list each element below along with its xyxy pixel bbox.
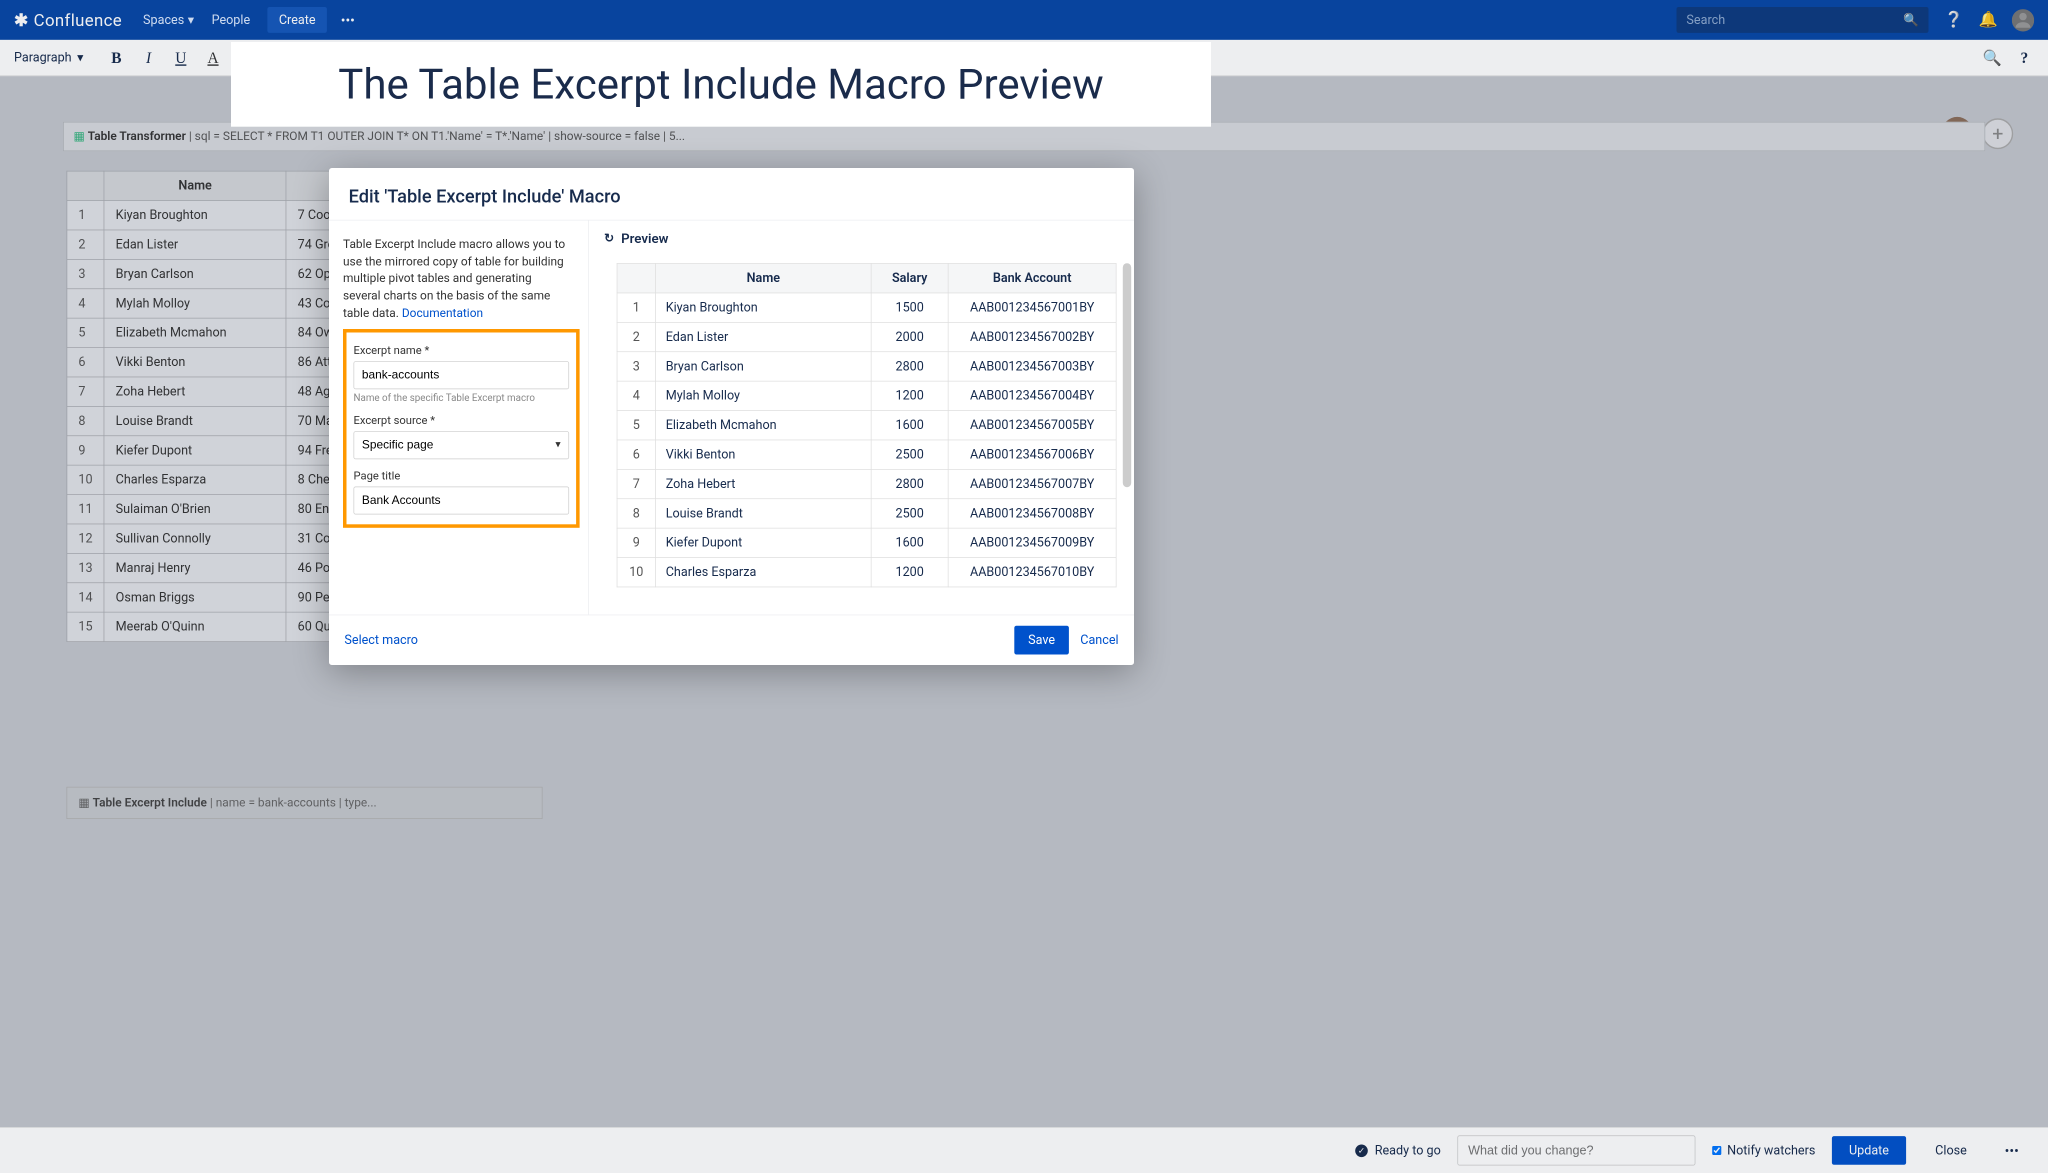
table-row: 4Mylah Molloy1200AAB001234567004BY	[617, 381, 1116, 410]
page-title-input[interactable]	[354, 487, 570, 515]
preview-scrollbar[interactable]	[1123, 263, 1131, 487]
edit-macro-modal: Edit 'Table Excerpt Include' Macro Table…	[329, 168, 1134, 665]
modal-title: Edit 'Table Excerpt Include' Macro	[329, 168, 1134, 221]
documentation-link[interactable]: Documentation	[402, 306, 483, 320]
table-header: Bank Account	[948, 264, 1116, 293]
slide-title-banner: The Table Excerpt Include Macro Preview	[231, 42, 1211, 127]
page-title-label: Page title	[354, 469, 570, 482]
table-header: Name	[656, 264, 872, 293]
macro-description: Table Excerpt Include macro allows you t…	[343, 236, 588, 322]
table-row: 2Edan Lister2000AAB001234567002BY	[617, 322, 1116, 351]
table-row: 3Bryan Carlson2800AAB001234567003BY	[617, 352, 1116, 381]
modal-form-panel: Table Excerpt Include macro allows you t…	[329, 221, 588, 615]
cancel-button[interactable]: Cancel	[1080, 633, 1118, 648]
table-row: 10Charles Esparza1200AAB001234567010BY	[617, 558, 1116, 587]
select-macro-link[interactable]: Select macro	[344, 633, 418, 648]
table-row: 8Louise Brandt2500AAB001234567008BY	[617, 499, 1116, 528]
highlighted-form-section: Excerpt name * Name of the specific Tabl…	[343, 329, 580, 528]
table-row: 7Zoha Hebert2800AAB001234567007BY	[617, 469, 1116, 498]
table-header	[617, 264, 656, 293]
table-row: 1Kiyan Broughton1500AAB001234567001BY	[617, 293, 1116, 322]
table-row: 6Vikki Benton2500AAB001234567006BY	[617, 440, 1116, 469]
excerpt-name-input[interactable]	[354, 361, 570, 389]
refresh-icon[interactable]: ↻	[604, 231, 614, 245]
table-row: 9Kiefer Dupont1600AAB001234567009BY	[617, 528, 1116, 557]
preview-header: ↻ Preview	[589, 221, 1134, 257]
modal-preview-panel: ↻ Preview NameSalaryBank Account 1Kiyan …	[588, 221, 1134, 615]
table-row: 5Elizabeth Mcmahon1600AAB001234567005BY	[617, 411, 1116, 440]
save-button[interactable]: Save	[1014, 626, 1069, 655]
excerpt-source-label: Excerpt source *	[354, 414, 570, 427]
preview-table: NameSalaryBank Account 1Kiyan Broughton1…	[617, 263, 1117, 587]
excerpt-source-select[interactable]	[354, 431, 570, 459]
modal-footer: Select macro Save Cancel	[329, 615, 1134, 665]
excerpt-name-hint: Name of the specific Table Excerpt macro	[354, 393, 570, 404]
table-header: Salary	[871, 264, 948, 293]
excerpt-name-label: Excerpt name *	[354, 344, 570, 357]
